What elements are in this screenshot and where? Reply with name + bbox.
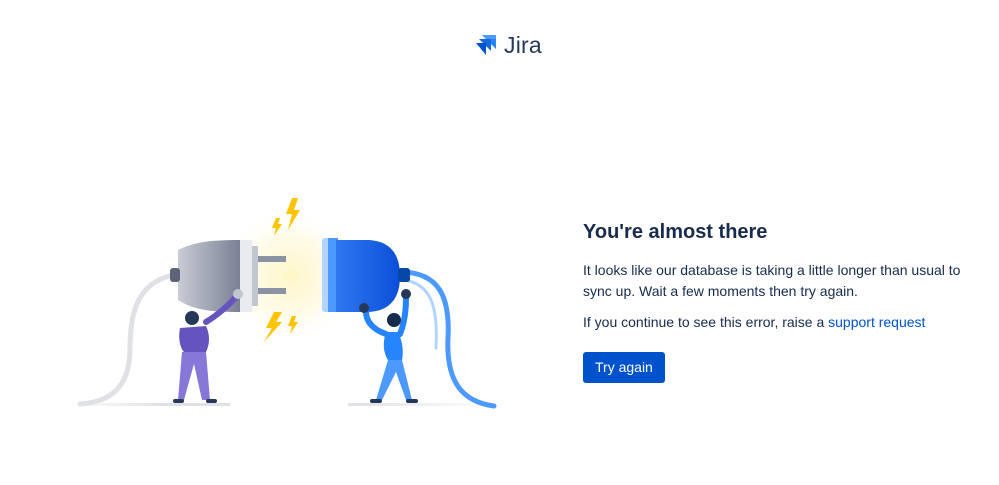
page-title: You're almost there	[583, 221, 768, 243]
plugs-connecting-illustration	[68, 198, 498, 409]
support-prefix: If you continue to see this error, raise…	[583, 314, 829, 330]
support-request-link[interactable]: support request	[828, 314, 925, 330]
jira-logo: Jira	[474, 31, 542, 59]
plug-prong-bottom	[258, 288, 286, 294]
error-description: It looks like our database is taking a l…	[583, 262, 961, 299]
jira-logo-icon	[476, 35, 496, 55]
grey-cable	[77, 271, 181, 407]
brand-name: Jira	[504, 32, 542, 58]
try-again-button[interactable]: Try again	[583, 352, 665, 383]
blue-cable	[397, 269, 497, 409]
support-text: If you continue to see this error, raise…	[583, 312, 978, 333]
error-panel: You're almost there It looks like our da…	[583, 220, 978, 383]
plug-prong-top	[258, 256, 286, 262]
blue-plug	[336, 240, 400, 312]
person-right	[359, 289, 418, 403]
